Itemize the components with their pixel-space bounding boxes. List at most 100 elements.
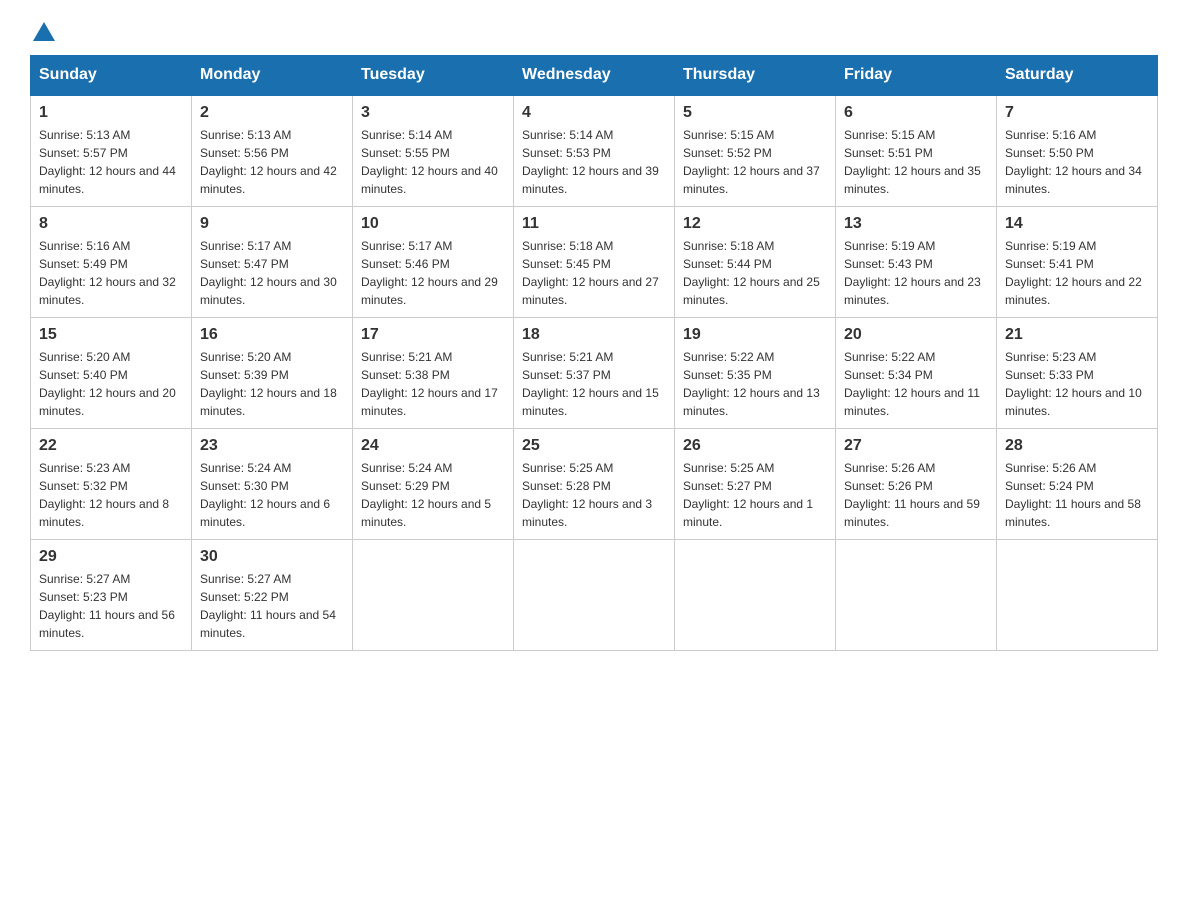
calendar-day-cell: 17 Sunrise: 5:21 AMSunset: 5:38 PMDayligh… xyxy=(353,318,514,429)
day-info: Sunrise: 5:26 AMSunset: 5:26 PMDaylight:… xyxy=(844,459,988,531)
day-info: Sunrise: 5:21 AMSunset: 5:37 PMDaylight:… xyxy=(522,348,666,420)
calendar-day-cell: 8 Sunrise: 5:16 AMSunset: 5:49 PMDaylight… xyxy=(31,207,192,318)
day-number: 17 xyxy=(361,326,505,344)
day-number: 28 xyxy=(1005,437,1149,455)
day-info: Sunrise: 5:23 AMSunset: 5:33 PMDaylight:… xyxy=(1005,348,1149,420)
calendar-day-cell xyxy=(997,540,1158,651)
day-number: 2 xyxy=(200,104,344,122)
day-info: Sunrise: 5:15 AMSunset: 5:52 PMDaylight:… xyxy=(683,126,827,198)
day-number: 19 xyxy=(683,326,827,344)
weekday-header-tuesday: Tuesday xyxy=(353,56,514,96)
day-info: Sunrise: 5:19 AMSunset: 5:43 PMDaylight:… xyxy=(844,237,988,309)
day-info: Sunrise: 5:23 AMSunset: 5:32 PMDaylight:… xyxy=(39,459,183,531)
day-number: 16 xyxy=(200,326,344,344)
calendar-day-cell: 30 Sunrise: 5:27 AMSunset: 5:22 PMDayligh… xyxy=(192,540,353,651)
day-info: Sunrise: 5:22 AMSunset: 5:35 PMDaylight:… xyxy=(683,348,827,420)
day-info: Sunrise: 5:16 AMSunset: 5:49 PMDaylight:… xyxy=(39,237,183,309)
day-number: 15 xyxy=(39,326,183,344)
weekday-header-row: SundayMondayTuesdayWednesdayThursdayFrid… xyxy=(31,56,1158,96)
day-number: 23 xyxy=(200,437,344,455)
day-number: 14 xyxy=(1005,215,1149,233)
calendar-day-cell xyxy=(836,540,997,651)
calendar-day-cell: 12Sunrise: 5:18 AMSunset: 5:44 PMDayligh… xyxy=(675,207,836,318)
day-info: Sunrise: 5:20 AMSunset: 5:40 PMDaylight:… xyxy=(39,348,183,420)
day-info: Sunrise: 5:13 AMSunset: 5:57 PMDaylight:… xyxy=(39,126,183,198)
calendar-day-cell: 26 Sunrise: 5:25 AMSunset: 5:27 PMDayligh… xyxy=(675,429,836,540)
header xyxy=(30,20,1158,35)
day-number: 6 xyxy=(844,104,988,122)
day-number: 11 xyxy=(522,215,666,233)
day-number: 8 xyxy=(39,215,183,233)
day-number: 20 xyxy=(844,326,988,344)
calendar-day-cell: 21 Sunrise: 5:23 AMSunset: 5:33 PMDayligh… xyxy=(997,318,1158,429)
calendar-week-row: 15 Sunrise: 5:20 AMSunset: 5:40 PMDayligh… xyxy=(31,318,1158,429)
day-number: 21 xyxy=(1005,326,1149,344)
calendar-day-cell: 24 Sunrise: 5:24 AMSunset: 5:29 PMDayligh… xyxy=(353,429,514,540)
calendar-day-cell: 23 Sunrise: 5:24 AMSunset: 5:30 PMDayligh… xyxy=(192,429,353,540)
calendar-day-cell: 16 Sunrise: 5:20 AMSunset: 5:39 PMDayligh… xyxy=(192,318,353,429)
logo xyxy=(30,20,55,35)
calendar-week-row: 8 Sunrise: 5:16 AMSunset: 5:49 PMDaylight… xyxy=(31,207,1158,318)
calendar-day-cell: 9 Sunrise: 5:17 AMSunset: 5:47 PMDaylight… xyxy=(192,207,353,318)
day-info: Sunrise: 5:18 AMSunset: 5:45 PMDaylight:… xyxy=(522,237,666,309)
calendar-day-cell: 4Sunrise: 5:14 AMSunset: 5:53 PMDaylight… xyxy=(514,95,675,207)
calendar-day-cell: 20 Sunrise: 5:22 AMSunset: 5:34 PMDayligh… xyxy=(836,318,997,429)
calendar-day-cell: 15 Sunrise: 5:20 AMSunset: 5:40 PMDayligh… xyxy=(31,318,192,429)
day-number: 18 xyxy=(522,326,666,344)
day-number: 27 xyxy=(844,437,988,455)
calendar-day-cell: 29 Sunrise: 5:27 AMSunset: 5:23 PMDayligh… xyxy=(31,540,192,651)
calendar-day-cell: 25Sunrise: 5:25 AMSunset: 5:28 PMDayligh… xyxy=(514,429,675,540)
calendar-day-cell: 28 Sunrise: 5:26 AMSunset: 5:24 PMDayligh… xyxy=(997,429,1158,540)
day-number: 5 xyxy=(683,104,827,122)
day-number: 3 xyxy=(361,104,505,122)
day-info: Sunrise: 5:14 AMSunset: 5:53 PMDaylight:… xyxy=(522,126,666,198)
calendar-day-cell: 2Sunrise: 5:13 AMSunset: 5:56 PMDaylight… xyxy=(192,95,353,207)
calendar-day-cell: 11 Sunrise: 5:18 AMSunset: 5:45 PMDayligh… xyxy=(514,207,675,318)
day-info: Sunrise: 5:17 AMSunset: 5:46 PMDaylight:… xyxy=(361,237,505,309)
calendar-day-cell: 7 Sunrise: 5:16 AMSunset: 5:50 PMDaylight… xyxy=(997,95,1158,207)
calendar-table: SundayMondayTuesdayWednesdayThursdayFrid… xyxy=(30,55,1158,651)
day-number: 22 xyxy=(39,437,183,455)
day-info: Sunrise: 5:24 AMSunset: 5:30 PMDaylight:… xyxy=(200,459,344,531)
day-number: 12 xyxy=(683,215,827,233)
day-number: 26 xyxy=(683,437,827,455)
calendar-day-cell xyxy=(675,540,836,651)
day-info: Sunrise: 5:27 AMSunset: 5:23 PMDaylight:… xyxy=(39,570,183,642)
calendar-day-cell: 6 Sunrise: 5:15 AMSunset: 5:51 PMDaylight… xyxy=(836,95,997,207)
calendar-day-cell: 5 Sunrise: 5:15 AMSunset: 5:52 PMDaylight… xyxy=(675,95,836,207)
day-number: 29 xyxy=(39,548,183,566)
weekday-header-thursday: Thursday xyxy=(675,56,836,96)
day-info: Sunrise: 5:26 AMSunset: 5:24 PMDaylight:… xyxy=(1005,459,1149,531)
day-info: Sunrise: 5:15 AMSunset: 5:51 PMDaylight:… xyxy=(844,126,988,198)
calendar-day-cell: 10Sunrise: 5:17 AMSunset: 5:46 PMDayligh… xyxy=(353,207,514,318)
day-number: 30 xyxy=(200,548,344,566)
calendar-day-cell: 22 Sunrise: 5:23 AMSunset: 5:32 PMDayligh… xyxy=(31,429,192,540)
calendar-day-cell: 18 Sunrise: 5:21 AMSunset: 5:37 PMDayligh… xyxy=(514,318,675,429)
weekday-header-monday: Monday xyxy=(192,56,353,96)
calendar-day-cell xyxy=(353,540,514,651)
calendar-day-cell: 1Sunrise: 5:13 AMSunset: 5:57 PMDaylight… xyxy=(31,95,192,207)
day-info: Sunrise: 5:17 AMSunset: 5:47 PMDaylight:… xyxy=(200,237,344,309)
day-number: 9 xyxy=(200,215,344,233)
day-info: Sunrise: 5:25 AMSunset: 5:27 PMDaylight:… xyxy=(683,459,827,531)
day-number: 25 xyxy=(522,437,666,455)
day-info: Sunrise: 5:27 AMSunset: 5:22 PMDaylight:… xyxy=(200,570,344,642)
day-number: 24 xyxy=(361,437,505,455)
weekday-header-sunday: Sunday xyxy=(31,56,192,96)
calendar-week-row: 1Sunrise: 5:13 AMSunset: 5:57 PMDaylight… xyxy=(31,95,1158,207)
weekday-header-wednesday: Wednesday xyxy=(514,56,675,96)
day-info: Sunrise: 5:24 AMSunset: 5:29 PMDaylight:… xyxy=(361,459,505,531)
day-info: Sunrise: 5:22 AMSunset: 5:34 PMDaylight:… xyxy=(844,348,988,420)
calendar-week-row: 22 Sunrise: 5:23 AMSunset: 5:32 PMDayligh… xyxy=(31,429,1158,540)
day-number: 7 xyxy=(1005,104,1149,122)
weekday-header-friday: Friday xyxy=(836,56,997,96)
day-info: Sunrise: 5:21 AMSunset: 5:38 PMDaylight:… xyxy=(361,348,505,420)
weekday-header-saturday: Saturday xyxy=(997,56,1158,96)
day-info: Sunrise: 5:20 AMSunset: 5:39 PMDaylight:… xyxy=(200,348,344,420)
logo-triangle-icon xyxy=(33,22,55,41)
calendar-day-cell: 14 Sunrise: 5:19 AMSunset: 5:41 PMDayligh… xyxy=(997,207,1158,318)
day-info: Sunrise: 5:16 AMSunset: 5:50 PMDaylight:… xyxy=(1005,126,1149,198)
calendar-day-cell: 3Sunrise: 5:14 AMSunset: 5:55 PMDaylight… xyxy=(353,95,514,207)
calendar-day-cell: 19 Sunrise: 5:22 AMSunset: 5:35 PMDayligh… xyxy=(675,318,836,429)
day-info: Sunrise: 5:19 AMSunset: 5:41 PMDaylight:… xyxy=(1005,237,1149,309)
